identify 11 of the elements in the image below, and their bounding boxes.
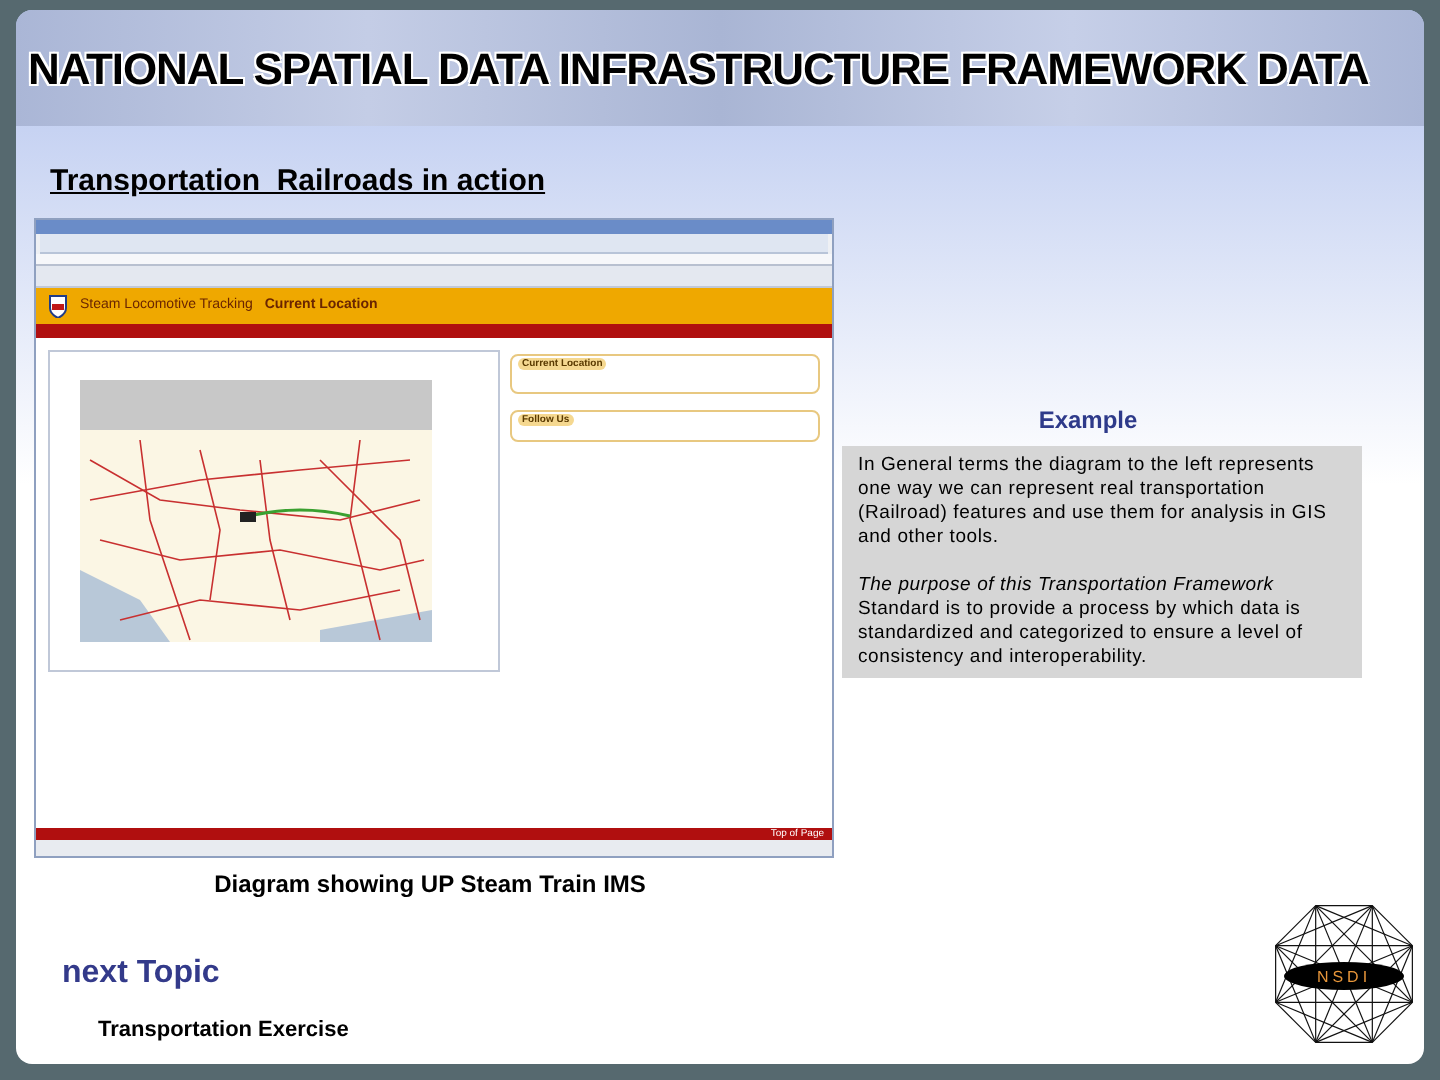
banner-title: NATIONAL SPATIAL DATA INFRASTRUCTURE FRAMEWORK DATA	[28, 41, 1369, 97]
next-topic-title: next Topic	[62, 956, 220, 990]
logo-text: NSDI	[1316, 968, 1372, 986]
figure-caption: Diagram showing UP Steam Train IMS	[214, 868, 646, 902]
example-paragraph: In General terms the diagram to the left represents one way we can represent real transportation (Railroad) features and use them for analysis in GIS and other tools.	[858, 454, 1329, 550]
shield-icon	[48, 294, 68, 318]
example-paragraph: The purpose of this Transportation Framework Standard is to provide a process by which data is standardized and categorized to ensure a level of consistency and interoperability.	[858, 574, 1305, 670]
example-title: Example	[1038, 404, 1140, 438]
slide-heading: Transportation Railroads in action	[50, 164, 546, 198]
next-topic-item: Transportation Exercise	[98, 1016, 351, 1046]
network-logo-drawing	[1275, 905, 1413, 1043]
